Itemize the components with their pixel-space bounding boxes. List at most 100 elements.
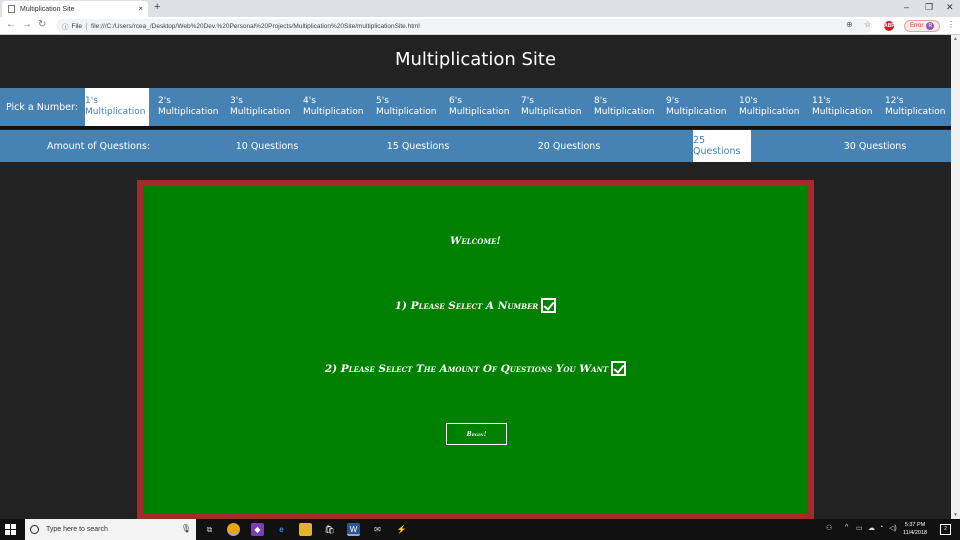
new-tab-button[interactable]: + <box>154 1 160 13</box>
number-button-num: 8's <box>594 96 607 106</box>
microphone-icon[interactable]: 🎙 <box>181 524 191 533</box>
minimize-icon[interactable]: – <box>904 2 909 12</box>
number-button-num: 1's <box>85 96 98 106</box>
file-explorer-icon[interactable] <box>299 523 312 536</box>
number-button-num: 2's <box>158 96 171 106</box>
cortana-icon <box>30 525 39 534</box>
number-button[interactable]: 7's Multiplication <box>521 88 585 126</box>
notification-center-icon[interactable]: 2 <box>940 524 951 535</box>
bookmark-star-icon[interactable]: ☆ <box>864 20 871 29</box>
number-button-num: 3's <box>230 96 243 106</box>
clock-time: 5:37 PM <box>904 522 926 528</box>
app-icon[interactable]: ⚡ <box>395 523 408 536</box>
word-icon[interactable]: W <box>347 523 360 536</box>
edge-icon[interactable]: e <box>275 523 288 536</box>
number-button-word: Multiplication <box>303 107 364 117</box>
url-text: file:///C:/Users/rcea_/Desktop/Web%20Dev… <box>90 22 420 30</box>
tab-title: Multiplication Site <box>20 5 75 13</box>
tray-chevron-icon[interactable]: ^ <box>845 524 848 531</box>
search-placeholder: Type here to search <box>46 526 108 533</box>
scrollbar[interactable]: ▲ ▼ <box>951 35 960 519</box>
begin-button[interactable]: Begin! <box>446 423 507 445</box>
visual-studio-icon[interactable]: ◆ <box>251 523 264 536</box>
menu-icon[interactable]: ⋮ <box>947 20 955 29</box>
people-icon[interactable]: ⚇ <box>826 524 832 532</box>
number-button-word: Multiplication <box>666 107 727 117</box>
profile-error-button[interactable]: Error R <box>904 20 940 32</box>
question-amount-button[interactable]: 20 Questions <box>517 130 621 162</box>
mail-icon[interactable]: ✉ <box>371 523 384 536</box>
checkbox-checked-icon <box>611 361 627 376</box>
number-button-word: Multiplication <box>739 107 800 117</box>
page-title: Multiplication Site <box>394 49 557 70</box>
question-amount-button[interactable]: 30 Questions <box>820 130 930 162</box>
question-amount-button[interactable]: 25 Questions <box>693 130 751 162</box>
number-button[interactable]: 10's Multiplication <box>739 88 803 126</box>
number-button-num: 7's <box>521 96 534 106</box>
forward-icon[interactable]: → <box>22 19 32 30</box>
question-amount-nav: Amount of Questions: 10 Questions 15 Ques… <box>0 130 951 162</box>
reload-icon[interactable]: ↻ <box>38 19 46 30</box>
volume-icon[interactable]: ◁) <box>889 524 897 532</box>
number-button[interactable]: 4's Multiplication <box>303 88 367 126</box>
number-button-word: Multiplication <box>594 107 655 117</box>
scroll-down-icon[interactable]: ▼ <box>953 512 958 518</box>
step-1-text: 1) Please Select A Number <box>394 299 539 312</box>
number-button-word: Multiplication <box>521 107 582 117</box>
wifi-icon[interactable]: ◔ <box>879 524 883 531</box>
number-nav: Pick a Number: 1's Multiplication 2's Multi… <box>0 88 951 126</box>
step-2-text: 2) Please Select The Amount Of Questions… <box>324 362 609 375</box>
onedrive-icon[interactable]: ☁ <box>868 524 875 532</box>
number-button-num: 6's <box>449 96 462 106</box>
taskbar-search[interactable]: Type here to search 🎙 <box>25 519 196 540</box>
number-button[interactable]: 2's Multiplication <box>158 88 222 126</box>
number-button[interactable]: 3's Multiplication <box>230 88 294 126</box>
close-window-icon[interactable]: ✕ <box>946 2 954 13</box>
amount-label: Amount of Questions: <box>47 140 151 152</box>
page-icon <box>8 5 15 13</box>
checkbox-checked-icon <box>541 298 557 313</box>
battery-icon[interactable]: ▭ <box>856 524 863 532</box>
number-button[interactable]: 5's Multiplication <box>376 88 440 126</box>
zoom-icon[interactable]: ⊕ <box>846 20 853 29</box>
number-button[interactable]: 9's Multiplication <box>666 88 730 126</box>
step-2: 2) Please Select The Amount Of Questions… <box>143 361 808 376</box>
adblock-icon[interactable]: ABP <box>884 21 895 31</box>
avatar: R <box>926 22 935 30</box>
welcome-heading: Welcome! <box>450 236 501 247</box>
back-icon[interactable]: ← <box>6 19 16 30</box>
number-button[interactable]: 12's Multiplication <box>885 88 949 126</box>
address-bar[interactable]: ⓘ File file:///C:/Users/rcea_/Desktop/We… <box>56 19 872 33</box>
number-button-word: Multiplication <box>812 107 873 117</box>
number-button-word: Multiplication <box>449 107 510 117</box>
number-button-num: 5's <box>376 96 389 106</box>
number-button[interactable]: 8's Multiplication <box>594 88 658 126</box>
restore-icon[interactable]: ❐ <box>925 2 933 13</box>
question-amount-button[interactable]: 15 Questions <box>366 130 470 162</box>
windows-start-icon[interactable] <box>5 524 16 535</box>
number-button-word: Multiplication <box>376 107 437 117</box>
store-icon[interactable]: 🛍 <box>323 523 336 536</box>
close-tab-icon[interactable]: × <box>138 4 143 13</box>
info-icon[interactable]: ⓘ <box>62 21 69 31</box>
number-button-num: 11's <box>812 96 831 106</box>
number-button-word: Multiplication <box>230 107 291 117</box>
url-prefix: File <box>72 22 87 30</box>
tab-strip: Multiplication Site × + – ❐ ✕ <box>0 0 960 17</box>
question-amount-button[interactable]: 10 Questions <box>215 130 319 162</box>
chalkboard: Welcome! 1) Please Select A Number 2) Pl… <box>137 180 814 519</box>
browser-tab[interactable]: Multiplication Site × <box>2 1 148 17</box>
number-button-word: Multiplication <box>85 107 146 117</box>
number-button[interactable]: 11's Multiplication <box>812 88 876 126</box>
number-button[interactable]: 6's Multiplication <box>449 88 513 126</box>
task-view-icon[interactable]: ⧉ <box>203 523 216 536</box>
scroll-up-icon[interactable]: ▲ <box>953 36 958 42</box>
number-button[interactable]: 1's Multiplication <box>85 88 149 126</box>
chrome-icon[interactable] <box>227 523 240 536</box>
clock-date: 11/4/2018 <box>903 530 928 536</box>
error-label: Error <box>910 23 924 29</box>
taskbar-clock[interactable]: 5:37 PM 11/4/2018 <box>903 521 927 537</box>
browser-toolbar: ← → ↻ ⓘ File file:///C:/Users/rcea_/Desk… <box>0 17 960 35</box>
number-button-num: 9's <box>666 96 679 106</box>
number-button-num: 12's <box>885 96 904 106</box>
